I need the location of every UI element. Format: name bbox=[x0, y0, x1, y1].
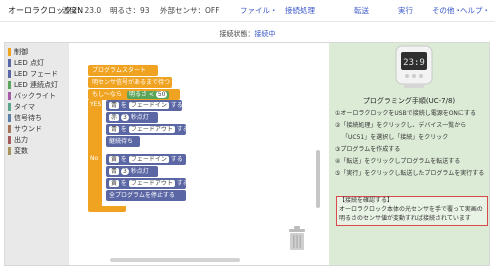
block-no-fadeout-suffix: する bbox=[176, 180, 189, 187]
block-yes-label: YES bbox=[90, 101, 102, 108]
block-yes-fadeout-suffix: する bbox=[176, 126, 189, 133]
category-backlight[interactable]: バックライト bbox=[8, 91, 56, 101]
block-compare-op: < bbox=[148, 91, 154, 98]
connection-status: 接続状態：接続中 bbox=[0, 29, 495, 39]
canvas-horizontal-scrollbar[interactable] bbox=[110, 258, 240, 262]
block-brightness-compare[interactable]: 明るさ < 50 bbox=[126, 91, 170, 99]
block-if-label: もし～なら bbox=[92, 91, 123, 98]
block-no-fadeout-color[interactable]: 黄 bbox=[109, 180, 120, 187]
block-no-light-color[interactable]: 青 bbox=[109, 168, 120, 175]
connection-status-value: 接続中 bbox=[254, 30, 276, 38]
note-line-2: 明るさのセンサ値が変動すれば接続されています bbox=[339, 215, 471, 222]
block-yes-fadein-action[interactable]: フェードイン bbox=[128, 102, 169, 109]
instruction-step-3: ③プログラムを作成する bbox=[335, 146, 401, 153]
category-led-fade[interactable]: LED フェード bbox=[8, 69, 58, 79]
block-yes-fadein[interactable]: 青 を フェードイン する bbox=[106, 100, 183, 111]
block-yes-continue-wait[interactable]: 継続待ち bbox=[106, 136, 140, 147]
category-sound[interactable]: サウンド bbox=[8, 124, 42, 134]
block-no-fadein[interactable]: 黄 を フェードイン する bbox=[106, 154, 186, 165]
block-wait-signal-label: 明センサ信号があるまで待つ bbox=[92, 79, 171, 86]
block-program-start[interactable]: プログラムスタート bbox=[88, 65, 158, 76]
block-no-fadein-suffix: する bbox=[170, 156, 183, 163]
trash-icon[interactable] bbox=[288, 226, 306, 251]
top-menu-bar: オーロラクロック2N 温度：23.0 明るさ：93 外部センサ：OFF ファイル… bbox=[0, 0, 495, 22]
block-yes-fadeout-color[interactable]: 青 bbox=[109, 126, 120, 133]
connection-status-label: 接続状態： bbox=[219, 30, 255, 38]
category-output[interactable]: 出力 bbox=[8, 135, 28, 145]
block-yes-fadein-color[interactable]: 青 bbox=[109, 102, 120, 109]
block-no-stop-all[interactable]: 全プログラムを停止する bbox=[106, 190, 186, 201]
instruction-step-5: ⑤「実行」をクリックし転送したプログラムを実行する bbox=[335, 170, 485, 177]
menu-run[interactable]: 実行 bbox=[398, 6, 413, 15]
instruction-step-2b: 「UC51」を選択し「接続」をクリック bbox=[342, 134, 449, 141]
menu-transfer[interactable]: 転送 bbox=[354, 6, 369, 15]
instruction-step-1: ①オーロラクロックをUSBで接続し電源をONにする bbox=[335, 110, 476, 117]
menu-other[interactable]: その他・ bbox=[432, 6, 462, 15]
block-no-fadeout-action[interactable]: フェードアウト bbox=[128, 180, 175, 187]
menu-connect[interactable]: 接続処理 bbox=[285, 6, 315, 15]
instruction-step-4: ④「転送」をクリックしプログラムを転送する bbox=[335, 158, 461, 165]
category-control[interactable]: 制御 bbox=[8, 47, 28, 57]
block-if-footer bbox=[88, 206, 126, 212]
instruction-step-2: ②「接続処理」をクリックし、デバイス一覧から bbox=[335, 122, 467, 129]
temperature-readout: 温度：23.0 bbox=[62, 6, 102, 15]
block-yes-light-color[interactable]: 赤 bbox=[109, 114, 120, 121]
block-no-fadein-action[interactable]: フェードイン bbox=[128, 156, 169, 163]
category-signal-wait[interactable]: 信号待ち bbox=[8, 113, 42, 123]
block-yes-light-action: 秒点灯 bbox=[130, 114, 149, 121]
block-if-body bbox=[88, 100, 102, 206]
external-sensor-readout: 外部センサ：OFF bbox=[160, 6, 220, 15]
menu-file[interactable]: ファイル・ bbox=[240, 6, 278, 15]
block-if[interactable]: もし～なら 明るさ < 50 bbox=[88, 89, 180, 100]
note-heading: 【接続を確認する】 bbox=[339, 197, 394, 204]
block-yes-light-seconds[interactable]: 3 bbox=[120, 114, 129, 121]
block-no-light[interactable]: 青 3 秒点灯 bbox=[106, 166, 158, 177]
device-clock-display: 23:9 bbox=[403, 58, 425, 68]
category-led-on[interactable]: LED 点灯 bbox=[8, 58, 44, 68]
block-yes-fadein-suffix: する bbox=[170, 102, 183, 109]
canvas-vertical-scrollbar[interactable] bbox=[316, 150, 320, 208]
category-variable[interactable]: 変数 bbox=[8, 146, 28, 156]
block-brightness-label: 明るさ bbox=[128, 91, 147, 98]
block-threshold-value[interactable]: 50 bbox=[155, 91, 168, 98]
block-no-label: No bbox=[90, 155, 99, 162]
menu-help[interactable]: ヘルプ・ bbox=[460, 6, 490, 15]
block-yes-fadeout[interactable]: 青 を フェードアウト する bbox=[106, 124, 189, 135]
instructions-title: プログラミング手順(UC-7/8) bbox=[362, 97, 456, 105]
block-no-fadeout[interactable]: 黄 を フェードアウト する bbox=[106, 178, 189, 189]
block-no-light-action: 秒点灯 bbox=[130, 168, 149, 175]
category-led-continuous[interactable]: LED 連続点灯 bbox=[8, 80, 58, 90]
block-no-stop-all-label: 全プログラムを停止する bbox=[109, 192, 175, 199]
block-yes-fadeout-action[interactable]: フェードアウト bbox=[128, 126, 175, 133]
block-program-start-label: プログラムスタート bbox=[92, 67, 146, 74]
note-line-1: オーロラクロック本体の光センサを手で覆って実画の bbox=[339, 206, 483, 213]
block-no-fadein-color[interactable]: 黄 bbox=[109, 156, 120, 163]
block-yes-continue-wait-label: 継続待ち bbox=[109, 138, 134, 145]
block-wait-signal[interactable]: 明センサ信号があるまで待つ bbox=[88, 77, 172, 88]
aurora-clock-device-image: 23:9 bbox=[395, 45, 433, 88]
brightness-readout: 明るさ：93 bbox=[110, 6, 150, 15]
block-no-light-seconds[interactable]: 3 bbox=[120, 168, 129, 175]
block-yes-light[interactable]: 赤 3 秒点灯 bbox=[106, 112, 158, 123]
block-toolbox: 制御 LED 点灯 LED フェード LED 連続点灯 バックライト タイマ 信… bbox=[5, 43, 69, 265]
category-timer[interactable]: タイマ bbox=[8, 102, 35, 112]
